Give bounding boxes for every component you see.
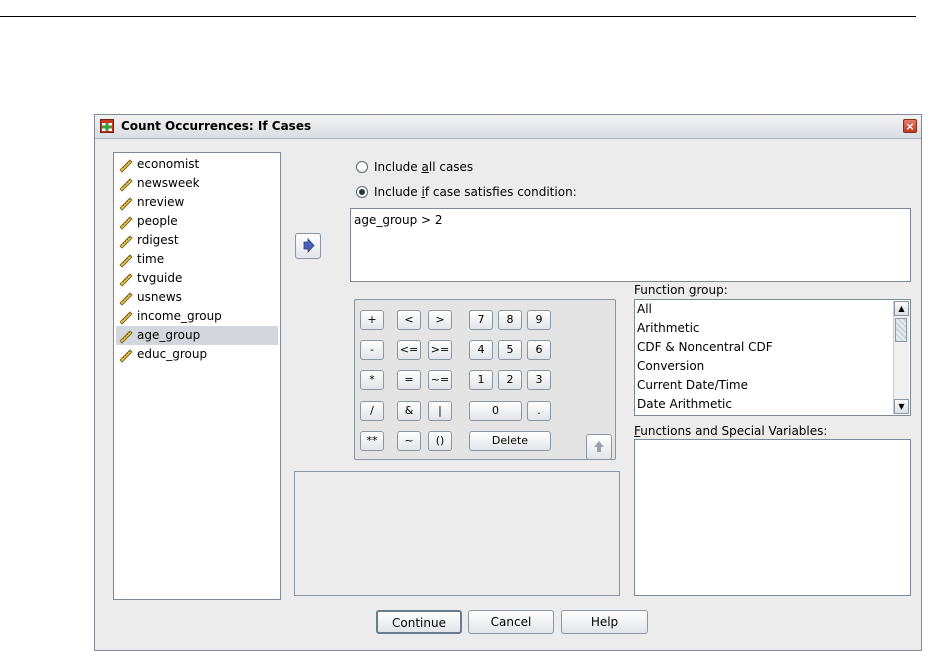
radio-circle[interactable]	[356, 161, 368, 173]
key-multiply[interactable]: *	[360, 370, 384, 390]
condition-text[interactable]: age_group > 2	[354, 213, 443, 227]
key-plus[interactable]: +	[360, 310, 384, 330]
variable-list-item[interactable]: people	[116, 212, 278, 231]
dialog-title: Count Occurrences: If Cases	[121, 119, 312, 133]
ruler-scale-icon	[119, 292, 133, 306]
key-8[interactable]: 8	[498, 310, 522, 330]
variable-label: income_group	[137, 309, 222, 323]
variable-list-item[interactable]: income_group	[116, 307, 278, 326]
key-minus[interactable]: -	[360, 340, 384, 360]
ruler-scale-icon	[119, 197, 133, 211]
function-group-item[interactable]: Conversion	[637, 357, 704, 376]
key-less-equal[interactable]: <=	[397, 340, 421, 360]
variable-list-item[interactable]: age_group	[116, 326, 278, 345]
scroll-thumb[interactable]	[895, 318, 907, 342]
variable-label: time	[137, 252, 165, 266]
key-2[interactable]: 2	[498, 370, 522, 390]
ruler-scale-icon	[119, 254, 133, 268]
key-9[interactable]: 9	[527, 310, 551, 330]
key-7[interactable]: 7	[469, 310, 493, 330]
variable-label: economist	[137, 157, 200, 171]
radio-circle-selected[interactable]	[356, 186, 368, 198]
ruler-scale-icon	[119, 216, 133, 230]
key-1[interactable]: 1	[469, 370, 493, 390]
key-parentheses[interactable]: ()	[428, 431, 452, 451]
count-occurrences-if-dialog: Count Occurrences: If Cases × economist n…	[94, 114, 922, 651]
include-if-condition-label: Include if case satisfies condition:	[374, 185, 577, 199]
variable-label: age_group	[137, 328, 201, 342]
variable-label: usnews	[137, 290, 182, 304]
functions-special-list[interactable]	[634, 439, 911, 596]
variable-list[interactable]: economist newsweek nreview people rdigest tim…	[113, 152, 281, 600]
key-4[interactable]: 4	[469, 340, 493, 360]
cancel-button[interactable]: Cancel	[468, 610, 554, 634]
key-0[interactable]: 0	[469, 401, 522, 421]
close-icon: ×	[905, 120, 915, 133]
ruler-scale-icon	[119, 235, 133, 249]
function-group-item[interactable]: CDF & Noncentral CDF	[637, 338, 773, 357]
function-group-label: Function group:	[634, 283, 728, 297]
ruler-scale-icon	[119, 349, 133, 363]
help-button[interactable]: Help	[561, 610, 648, 634]
key-not-equal[interactable]: ~=	[428, 370, 452, 390]
close-button[interactable]: ×	[903, 119, 917, 133]
key-5[interactable]: 5	[498, 340, 522, 360]
function-group-list[interactable]: ▲ ▼ All Arithmetic CDF & Noncentral CDF Con…	[634, 299, 911, 416]
key-3[interactable]: 3	[527, 370, 551, 390]
variable-label: people	[137, 214, 178, 228]
variable-list-item[interactable]: usnews	[116, 288, 278, 307]
variable-label: newsweek	[137, 176, 200, 190]
function-description-area	[294, 471, 620, 596]
functions-special-label: Functions and Special Variables:	[634, 424, 828, 438]
variable-list-item[interactable]: economist	[116, 155, 278, 174]
function-group-item[interactable]: Arithmetic	[637, 319, 700, 338]
arrow-up-icon	[594, 441, 604, 452]
ruler-scale-icon	[119, 178, 133, 192]
calculator-keypad: + < > 7 8 9 - <= >= 4 5 6 * = ~= 1 2 3 /…	[354, 299, 616, 460]
key-not[interactable]: ~	[397, 431, 421, 451]
include-all-cases-radio[interactable]: Include all cases	[356, 159, 556, 176]
variable-list-item[interactable]: rdigest	[116, 231, 278, 250]
variable-list-item[interactable]: nreview	[116, 193, 278, 212]
key-greater-than[interactable]: >	[428, 310, 452, 330]
variable-label: tvguide	[137, 271, 183, 285]
condition-expression-field[interactable]: age_group > 2	[350, 208, 911, 282]
variable-label: rdigest	[137, 233, 179, 247]
variable-list-item[interactable]: time	[116, 250, 278, 269]
key-6[interactable]: 6	[527, 340, 551, 360]
key-decimal[interactable]: .	[527, 401, 551, 421]
key-delete[interactable]: Delete	[469, 431, 551, 451]
key-equals[interactable]: =	[397, 370, 421, 390]
ruler-scale-icon	[119, 273, 133, 287]
ruler-scale-icon	[119, 311, 133, 325]
include-if-condition-radio[interactable]: Include if case satisfies condition:	[356, 184, 616, 201]
variable-list-item[interactable]: tvguide	[116, 269, 278, 288]
function-group-scrollbar[interactable]: ▲ ▼	[893, 301, 909, 414]
variable-list-item[interactable]: educ_group	[116, 345, 278, 364]
title-bar[interactable]: Count Occurrences: If Cases ×	[95, 115, 921, 139]
insert-function-button[interactable]	[586, 434, 612, 460]
variable-list-item[interactable]: newsweek	[116, 174, 278, 193]
key-divide[interactable]: /	[360, 401, 384, 421]
scroll-down-icon[interactable]: ▼	[894, 399, 909, 414]
function-group-item[interactable]: All	[637, 300, 652, 319]
ruler-scale-icon	[119, 159, 133, 173]
ruler-scale-icon	[119, 330, 133, 344]
page-top-rule	[0, 16, 916, 17]
app-window-icon	[100, 119, 114, 133]
key-power[interactable]: **	[360, 431, 384, 451]
move-variable-button[interactable]	[295, 233, 321, 259]
variable-label: nreview	[137, 195, 185, 209]
key-less-than[interactable]: <	[397, 310, 421, 330]
function-group-item[interactable]: Current Date/Time	[637, 376, 748, 395]
function-group-item[interactable]: Date Arithmetic	[637, 395, 732, 414]
key-greater-equal[interactable]: >=	[428, 340, 452, 360]
scroll-up-icon[interactable]: ▲	[894, 301, 909, 316]
continue-button[interactable]: Continue	[376, 610, 462, 634]
include-all-cases-label: Include all cases	[374, 160, 474, 174]
arrow-right-icon	[303, 237, 315, 254]
key-or[interactable]: |	[428, 401, 452, 421]
variable-label: educ_group	[137, 347, 208, 361]
key-and[interactable]: &	[397, 401, 421, 421]
